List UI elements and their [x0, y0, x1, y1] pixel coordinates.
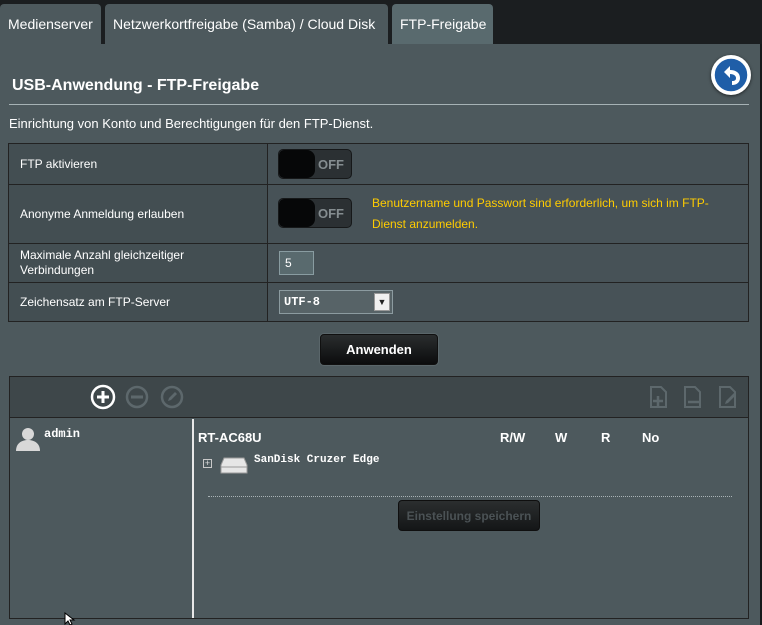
back-button[interactable] [711, 55, 751, 95]
anon-login-toggle[interactable]: OFF [278, 198, 352, 228]
permission-panel: RT-AC68U R/W W R No + SanDisk Cruzer Edg… [196, 419, 748, 618]
toggle-knob [279, 199, 315, 227]
anon-login-label: Anonyme Anmeldung erlauben [9, 185, 268, 243]
minus-circle-icon [125, 385, 149, 409]
add-user-button[interactable] [90, 384, 116, 410]
title-divider [9, 104, 749, 105]
main-panel: USB-Anwendung - FTP-Freigabe Einrichtung… [0, 44, 760, 625]
save-settings-button[interactable]: Einstellung speichern [398, 500, 540, 531]
row-max-connections: Maximale Anzahl gleichzeitiger Verbindun… [9, 244, 748, 283]
permission-divider [208, 496, 732, 497]
delete-user-button[interactable] [124, 384, 150, 410]
edit-folder-button[interactable] [715, 384, 741, 410]
pencil-circle-icon [160, 385, 184, 409]
user-list-item[interactable]: admin [14, 425, 184, 455]
back-arrow-icon [713, 57, 749, 93]
account-list: admin [10, 419, 194, 618]
edit-folder-icon [719, 386, 736, 408]
tab-media-server[interactable]: Medienserver [0, 4, 101, 44]
add-folder-icon [650, 386, 667, 408]
tab-ftp-share[interactable]: FTP-Freigabe [392, 4, 493, 44]
user-avatar-icon [16, 428, 40, 451]
tree-expand-icon[interactable]: + [203, 459, 212, 468]
plus-circle-icon [90, 384, 116, 410]
usb-disk-icon [220, 457, 248, 474]
user-name: admin [44, 427, 81, 441]
anon-login-hint: Benutzername und Passwort sind erforderl… [372, 196, 709, 231]
add-folder-button[interactable] [646, 384, 672, 410]
mouse-cursor-icon [64, 612, 76, 625]
row-anonymous-login: Anonyme Anmeldung erlauben OFF Benutzern… [9, 185, 748, 244]
ftp-enable-toggle[interactable]: OFF [278, 149, 352, 179]
disk-name[interactable]: SanDisk Cruzer Edge [254, 454, 379, 466]
page-title: USB-Anwendung - FTP-Freigabe [12, 77, 260, 94]
charset-select[interactable]: UTF-8 ▼ [279, 290, 393, 314]
max-conn-label: Maximale Anzahl gleichzeitiger Verbindun… [9, 244, 268, 282]
perm-header-no: No [642, 430, 660, 445]
chevron-down-icon: ▼ [374, 293, 390, 311]
toggle-state-label: OFF [318, 157, 344, 172]
device-name: RT-AC68U [198, 430, 262, 445]
perm-header-rw: R/W [500, 430, 526, 445]
edit-user-button[interactable] [159, 384, 185, 410]
page-subtitle: Einrichtung von Konto und Berechtigungen… [9, 116, 374, 131]
ftp-enable-label: FTP aktivieren [9, 144, 268, 184]
toggle-knob [279, 150, 315, 178]
delete-folder-icon [684, 386, 701, 408]
account-permission-area: admin RT-AC68U R/W W R No + SanDisk Cruz… [9, 376, 749, 619]
account-toolbar [10, 377, 748, 418]
toggle-state-label: OFF [318, 206, 344, 221]
delete-folder-button[interactable] [680, 384, 706, 410]
row-charset: Zeichensatz am FTP-Server UTF-8 ▼ [9, 283, 748, 321]
charset-label: Zeichensatz am FTP-Server [9, 283, 268, 321]
tab-bar: Medienserver Netzwerkortfreigabe (Samba)… [0, 0, 762, 44]
perm-header-w: W [555, 430, 568, 445]
ftp-settings-table: FTP aktivieren OFF Anonyme Anmeldung erl… [8, 143, 749, 322]
apply-button[interactable]: Anwenden [320, 334, 438, 365]
charset-value: UTF-8 [284, 295, 321, 309]
row-ftp-enable: FTP aktivieren OFF [9, 144, 748, 185]
perm-header-r: R [601, 430, 611, 445]
tab-samba-cloud-disk[interactable]: Netzwerkortfreigabe (Samba) / Cloud Disk [105, 4, 388, 44]
max-connections-input[interactable] [279, 251, 314, 275]
